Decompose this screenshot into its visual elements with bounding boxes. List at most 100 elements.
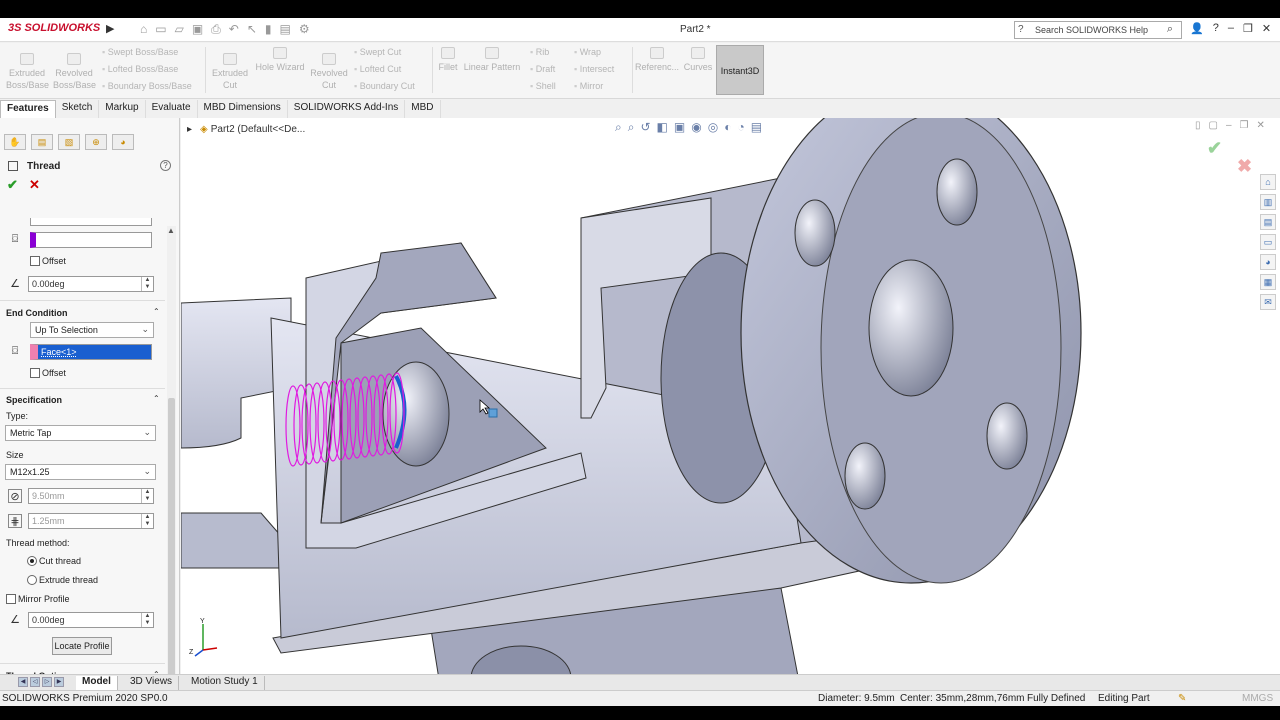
thread-type-select[interactable]: Metric Tap ⌄	[5, 425, 156, 441]
offset-checkbox[interactable]	[30, 256, 40, 266]
edit-appearance-icon[interactable]: ◐	[724, 120, 731, 135]
new-doc-icon[interactable]: ▭	[155, 22, 166, 37]
tab-3d-views[interactable]: 3D Views	[124, 676, 180, 690]
tile-icon[interactable]: ▯	[1195, 120, 1201, 131]
panel-scrollbar[interactable]: ▲ ▼	[167, 226, 176, 682]
previous-view-icon[interactable]: ↺	[640, 120, 650, 135]
confirm-cancel-x-icon[interactable]: ✖	[1237, 156, 1252, 177]
custom-properties-icon[interactable]: ▦	[1260, 274, 1276, 290]
hole-wizard-button[interactable]: Hole Wizard	[253, 47, 307, 73]
appearances-icon[interactable]: ◕	[1260, 254, 1276, 270]
tab-evaluate[interactable]: Evaluate	[146, 100, 198, 118]
view-settings-icon[interactable]: ▤	[751, 120, 762, 135]
display-style-icon[interactable]: ◉	[691, 120, 701, 135]
apply-scene-icon[interactable]: ◔	[737, 120, 744, 135]
end-condition-header[interactable]: End Condition	[6, 308, 67, 318]
end-offset-checkbox[interactable]	[30, 368, 40, 378]
fillet-button[interactable]: Fillet	[436, 47, 460, 73]
menu-arrow-icon[interactable]: ▶	[106, 22, 114, 35]
edge-selection-field[interactable]	[30, 218, 152, 226]
extruded-cut-button[interactable]: Extruded Cut	[210, 53, 250, 91]
collapse-chevron-icon[interactable]: ⌃	[153, 307, 160, 316]
profile-angle-spinner[interactable]: ▲ ▼	[141, 613, 153, 627]
resources-icon[interactable]: ▥	[1260, 194, 1276, 210]
print-icon[interactable]: ⎙	[211, 22, 221, 37]
rebuild-icon[interactable]: ▮	[265, 22, 272, 37]
home-icon[interactable]: ⌂	[140, 22, 147, 37]
design-library-icon[interactable]: ▤	[1260, 214, 1276, 230]
boundary-cut-button[interactable]: Boundary Cut	[354, 81, 415, 91]
instant3d-button[interactable]: Instant3D	[716, 45, 764, 95]
wrap-button[interactable]: Wrap	[574, 47, 601, 57]
tab-markup[interactable]: Markup	[99, 100, 146, 118]
units-indicator[interactable]: MMGS	[1242, 693, 1273, 704]
rib-button[interactable]: Rib	[530, 47, 550, 57]
help-icon[interactable]: ?	[1213, 22, 1219, 35]
tab-motion-study[interactable]: Motion Study 1	[185, 676, 265, 690]
minimize-icon[interactable]: –	[1228, 22, 1234, 35]
home-icon[interactable]: ⌂	[1260, 174, 1276, 190]
locate-profile-button[interactable]: Locate Profile	[52, 637, 112, 655]
tab-model[interactable]: Model	[76, 676, 118, 690]
draft-button[interactable]: Draft	[530, 64, 556, 74]
display-manager-tab-icon[interactable]: ◕	[112, 134, 134, 150]
tab-sketch[interactable]: Sketch	[56, 100, 100, 118]
close-view-icon[interactable]: ✕	[1257, 120, 1265, 131]
ok-check-icon[interactable]: ✔	[7, 177, 18, 193]
search-icon[interactable]: ⌕	[1167, 23, 1173, 36]
tab-mbd[interactable]: MBD	[405, 100, 441, 118]
lofted-cut-button[interactable]: Lofted Cut	[354, 64, 402, 74]
flyout-feature-tree[interactable]: ▸ ◈ Part2 (Default<<De...	[187, 124, 305, 135]
profile-angle-field[interactable]: 0.00deg ▲ ▼	[28, 612, 154, 628]
extruded-boss-button[interactable]: Extruded Boss/Base	[6, 53, 49, 91]
minimize-view-icon[interactable]: –	[1226, 120, 1232, 131]
end-condition-select[interactable]: Up To Selection ⌄	[30, 322, 154, 338]
revolved-cut-button[interactable]: Revolved Cut	[309, 53, 349, 91]
solidworks-logo[interactable]: 3S SOLIDWORKS	[8, 22, 103, 34]
swept-cut-button[interactable]: Swept Cut	[354, 47, 402, 57]
cancel-x-icon[interactable]: ✕	[29, 177, 40, 193]
open-icon[interactable]: ▱	[175, 22, 184, 37]
tab-features[interactable]: Features	[0, 100, 56, 118]
help-icon[interactable]: ?	[160, 160, 171, 171]
start-location-field[interactable]	[30, 232, 152, 248]
pitch-field[interactable]: 1.25mm ▲ ▼	[28, 513, 154, 529]
restore-icon[interactable]: ❐	[1243, 22, 1253, 35]
mirror-button[interactable]: Mirror	[574, 81, 604, 91]
revolved-boss-button[interactable]: Revolved Boss/Base	[53, 53, 96, 91]
zoom-to-fit-icon[interactable]: ⌕	[615, 120, 622, 135]
scroll-up-icon[interactable]: ▲	[167, 226, 175, 235]
graphics-area[interactable]: ▸ ◈ Part2 (Default<<De... ⌕ ⌕ ↺ ◧ ▣ ◉ ◎ ◐ …	[181, 118, 1280, 692]
part-model[interactable]	[181, 118, 1280, 692]
boundary-boss-button[interactable]: Boundary Boss/Base	[102, 81, 192, 91]
specification-header[interactable]: Specification	[6, 395, 62, 405]
user-icon[interactable]: 👤	[1190, 22, 1204, 35]
diameter-spinner[interactable]: ▲ ▼	[141, 489, 153, 503]
tab-addins[interactable]: SOLIDWORKS Add-Ins	[288, 100, 406, 118]
intersect-button[interactable]: Intersect	[574, 64, 615, 74]
rebuild-status-icon[interactable]: ✎	[1178, 693, 1186, 704]
extrude-thread-radio[interactable]	[27, 575, 37, 585]
section-view-icon[interactable]: ◧	[657, 120, 668, 135]
pitch-spinner[interactable]: ▲ ▼	[141, 514, 153, 528]
swept-boss-button[interactable]: Swept Boss/Base	[102, 47, 179, 57]
last-tab-icon[interactable]: ▶	[54, 677, 64, 687]
hide-show-icon[interactable]: ◎	[708, 120, 718, 135]
confirm-ok-check-icon[interactable]: ✔	[1207, 138, 1222, 159]
help-search-input[interactable]: ? Search SOLIDWORKS Help ⌕	[1014, 21, 1182, 39]
file-props-icon[interactable]: ▤	[280, 22, 291, 37]
thread-size-select[interactable]: M12x1.25 ⌄	[5, 464, 156, 480]
view-orientation-icon[interactable]: ▣	[674, 120, 685, 135]
save-icon[interactable]: ▣	[192, 22, 203, 37]
mirror-profile-checkbox[interactable]	[6, 594, 16, 604]
end-face-field[interactable]: Face<1>	[30, 344, 152, 360]
lofted-boss-button[interactable]: Lofted Boss/Base	[102, 64, 179, 74]
close-icon[interactable]: ✕	[1262, 22, 1271, 35]
select-icon[interactable]: ↖	[247, 22, 257, 37]
config-manager-tab-icon[interactable]: ▧	[58, 134, 80, 150]
tab-mbd-dimensions[interactable]: MBD Dimensions	[198, 100, 288, 118]
cut-thread-radio[interactable]	[27, 556, 37, 566]
next-tab-icon[interactable]: ▷	[42, 677, 52, 687]
prev-tab-icon[interactable]: ◁	[30, 677, 40, 687]
forum-icon[interactable]: ✉	[1260, 294, 1276, 310]
